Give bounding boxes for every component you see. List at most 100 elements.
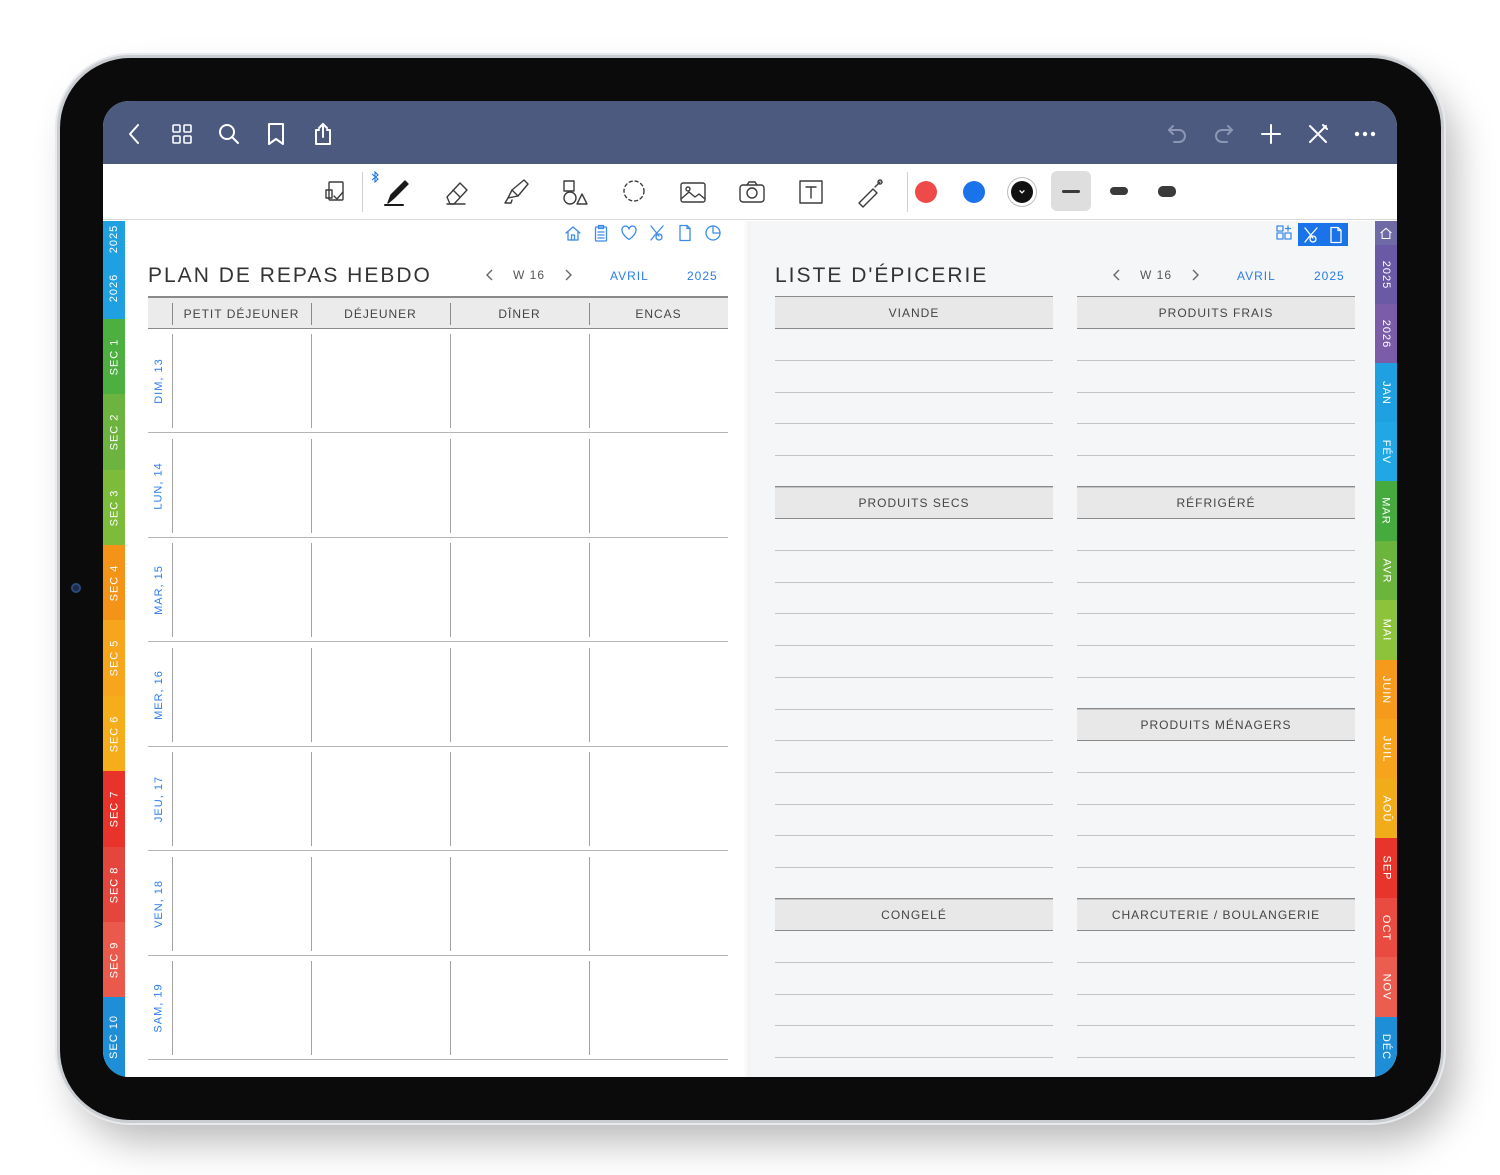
grocery-item-line[interactable]	[775, 931, 1053, 963]
day-label[interactable]: LUN, 14	[148, 434, 170, 538]
next-week-icon[interactable]	[561, 268, 575, 282]
meal-cell[interactable]	[311, 643, 450, 747]
grocery-item-line[interactable]	[1077, 519, 1355, 551]
more-icon[interactable]	[1352, 121, 1378, 147]
bookmark-icon[interactable]	[263, 121, 289, 147]
pen-icon[interactable]	[379, 175, 415, 209]
document-icon[interactable]	[675, 223, 694, 242]
grocery-item-line[interactable]	[775, 773, 1053, 805]
grocery-item-line[interactable]	[775, 741, 1053, 773]
meal-cell[interactable]	[589, 956, 728, 1060]
eraser-icon[interactable]	[439, 175, 475, 209]
grocery-item-line[interactable]	[775, 519, 1053, 551]
side-tab-2025[interactable]: 2025	[103, 221, 125, 256]
grocery-item-line[interactable]	[775, 868, 1053, 900]
day-label[interactable]: VEN, 18	[148, 852, 170, 956]
side-tab-sec-6[interactable]: SEC 6	[103, 696, 125, 771]
grocery-item-line[interactable]	[775, 551, 1053, 583]
grocery-item-line[interactable]	[1077, 614, 1355, 647]
grid-icon[interactable]	[169, 121, 195, 147]
grocery-item-line[interactable]	[775, 392, 1053, 425]
highlighter-icon[interactable]	[498, 175, 534, 209]
grocery-item-line[interactable]	[775, 582, 1053, 615]
side-tab-sec-1[interactable]: SEC 1	[103, 319, 125, 394]
grocery-item-line[interactable]	[1077, 773, 1355, 805]
grocery-item-line[interactable]	[1077, 931, 1355, 963]
meal-cell[interactable]	[311, 852, 450, 956]
meal-cell[interactable]	[450, 643, 589, 747]
heart-icon[interactable]	[619, 223, 638, 242]
grocery-item-line[interactable]	[775, 424, 1053, 457]
stroke-width-thin[interactable]	[1051, 171, 1091, 211]
grocery-item-line[interactable]	[1077, 994, 1355, 1027]
camera-icon[interactable]	[734, 175, 770, 209]
stroke-width-medium[interactable]	[1099, 171, 1139, 211]
meal-cell[interactable]	[172, 643, 311, 747]
side-tab-sec-3[interactable]: SEC 3	[103, 470, 125, 545]
side-tab-oct[interactable]: OCT	[1375, 898, 1397, 957]
meal-cell[interactable]	[589, 329, 728, 433]
day-label[interactable]: DIM, 13	[148, 329, 170, 433]
next-week-icon[interactable]	[1188, 268, 1202, 282]
side-tab-2026[interactable]: 2026	[1375, 304, 1397, 363]
side-tab-fév[interactable]: FÉV	[1375, 422, 1397, 481]
cutlery-icon[interactable]	[1301, 225, 1320, 244]
side-tab-mai[interactable]: MAI	[1375, 600, 1397, 660]
meal-cell[interactable]	[311, 434, 450, 538]
side-tab-sec-8[interactable]: SEC 8	[103, 847, 125, 922]
shapes-icon[interactable]	[557, 175, 593, 209]
meal-cell[interactable]	[311, 747, 450, 851]
grocery-item-line[interactable]	[775, 678, 1053, 710]
meal-cell[interactable]	[450, 329, 589, 433]
grocery-item-line[interactable]	[1077, 836, 1355, 869]
side-tab-juil[interactable]: JUIL	[1375, 719, 1397, 779]
home-icon[interactable]	[563, 223, 582, 242]
grocery-item-line[interactable]	[1077, 329, 1355, 361]
clipboard-icon[interactable]	[591, 223, 610, 242]
cutlery-icon[interactable]	[647, 223, 666, 242]
grocery-item-line[interactable]	[1077, 678, 1355, 710]
side-tab-sec-5[interactable]: SEC 5	[103, 620, 125, 696]
lasso-icon[interactable]	[616, 175, 652, 209]
meal-cell[interactable]	[311, 329, 450, 433]
redo-icon[interactable]	[1211, 121, 1237, 147]
meal-cell[interactable]	[589, 538, 728, 642]
grocery-item-line[interactable]	[775, 1026, 1053, 1059]
side-tab-nov[interactable]: NOV	[1375, 957, 1397, 1017]
stroke-width-thick[interactable]	[1147, 171, 1187, 211]
side-tab-2025[interactable]: 2025	[1375, 245, 1397, 304]
side-tab-juin[interactable]: JUIN	[1375, 660, 1397, 719]
meal-cell[interactable]	[450, 538, 589, 642]
grocery-item-line[interactable]	[775, 329, 1053, 361]
grocery-item-line[interactable]	[775, 804, 1053, 837]
grocery-item-line[interactable]	[1077, 361, 1355, 393]
grocery-item-line[interactable]	[775, 456, 1053, 488]
day-label[interactable]: SAM, 19	[148, 956, 170, 1060]
grocery-item-line[interactable]	[1077, 868, 1355, 900]
month-link[interactable]: AVRIL	[610, 269, 649, 283]
read-only-icon[interactable]	[318, 175, 354, 209]
grocery-item-line[interactable]	[775, 994, 1053, 1027]
side-tab-aoû[interactable]: AOÛ	[1375, 779, 1397, 838]
grocery-item-line[interactable]	[1077, 741, 1355, 773]
grocery-item-line[interactable]	[1077, 551, 1355, 583]
meal-cell[interactable]	[450, 747, 589, 851]
meal-cell[interactable]	[172, 852, 311, 956]
grocery-item-line[interactable]	[775, 963, 1053, 995]
laser-pointer-icon[interactable]	[852, 175, 888, 209]
meal-cell[interactable]	[589, 852, 728, 956]
side-tab-sep[interactable]: SEP	[1375, 838, 1397, 898]
prev-week-icon[interactable]	[1110, 268, 1124, 282]
meal-cell[interactable]	[172, 956, 311, 1060]
meal-cell[interactable]	[172, 538, 311, 642]
search-icon[interactable]	[216, 121, 242, 147]
side-tab-sec-9[interactable]: SEC 9	[103, 922, 125, 997]
meal-cell[interactable]	[172, 434, 311, 538]
meal-cell[interactable]	[450, 434, 589, 538]
pie-chart-icon[interactable]	[703, 223, 722, 242]
side-tab-mar[interactable]: MAR	[1375, 481, 1397, 541]
side-tab-sec-7[interactable]: SEC 7	[103, 771, 125, 847]
side-tab-avr[interactable]: AVR	[1375, 541, 1397, 600]
share-icon[interactable]	[310, 121, 336, 147]
grid-plus-icon[interactable]	[1274, 223, 1293, 242]
